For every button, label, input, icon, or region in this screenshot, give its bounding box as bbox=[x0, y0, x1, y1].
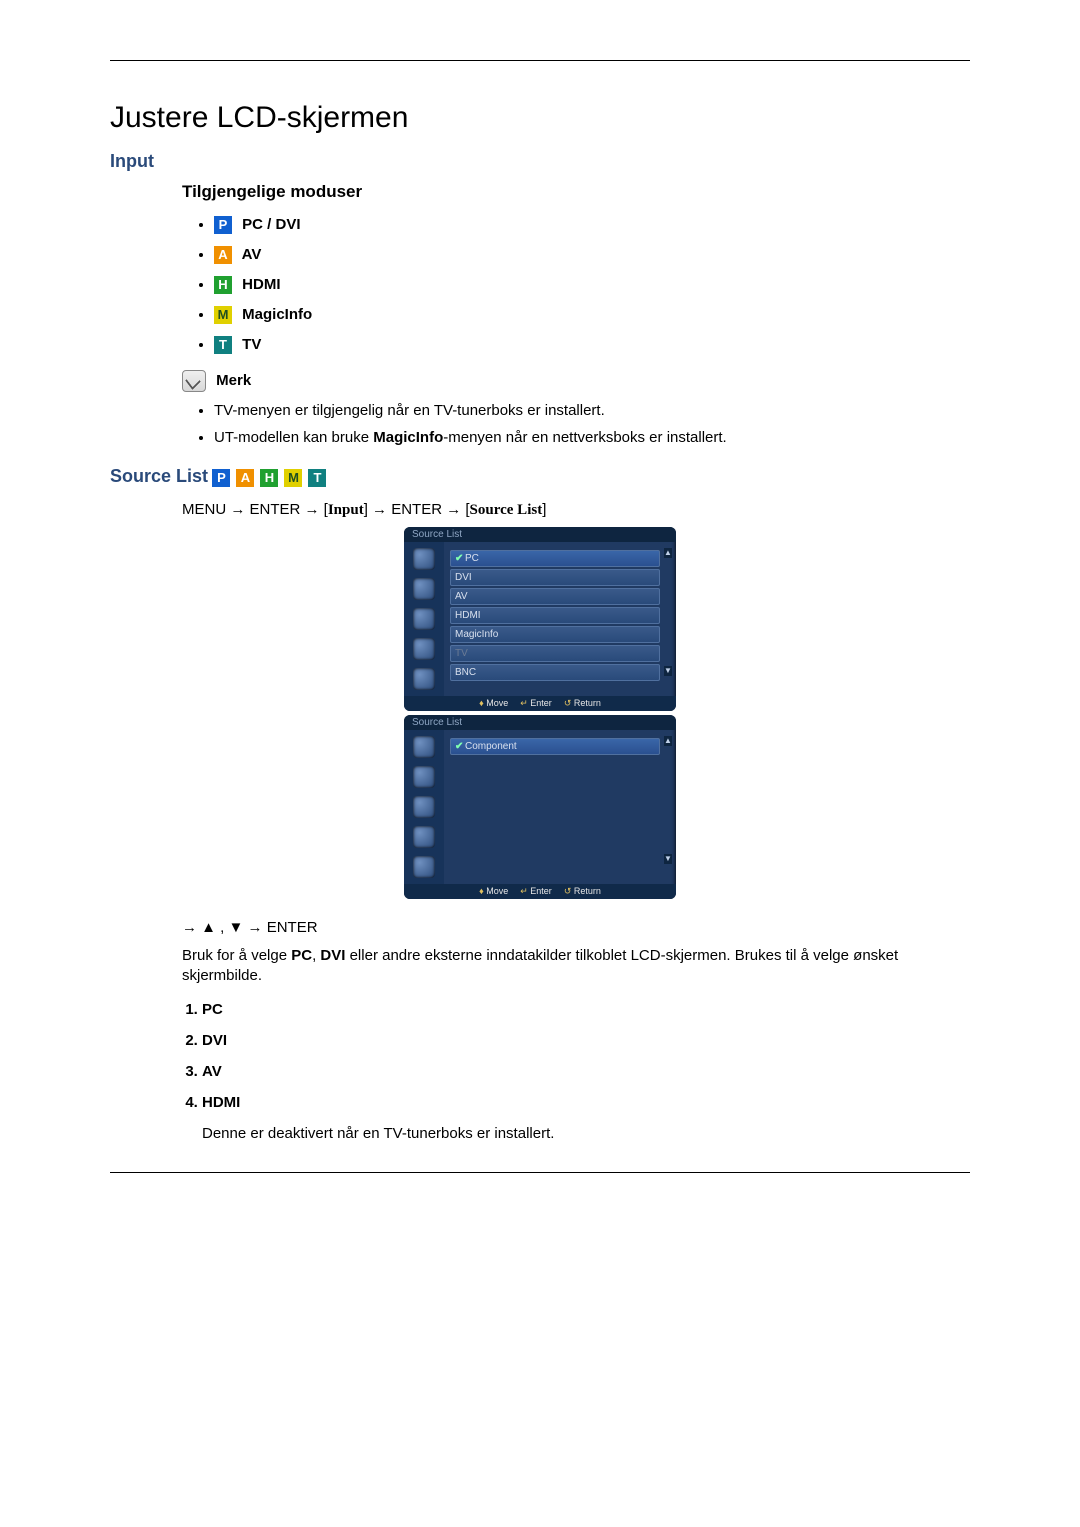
menu-breadcrumb: MENU → ENTER → [Input] → ENTER → [Source… bbox=[182, 501, 970, 519]
source-list-heading: Source List bbox=[110, 466, 208, 486]
source-list-heading-row: Source List PAHMT bbox=[110, 466, 970, 487]
scroll-down-icon[interactable]: ▼ bbox=[664, 666, 672, 676]
mode-label: TV bbox=[242, 336, 261, 353]
osd-panel-1: Source List ✔PC DVI AV HDMI MagicInfo TV… bbox=[404, 527, 676, 711]
osd-side-icon bbox=[413, 766, 435, 788]
list-item: AV bbox=[202, 1063, 970, 1080]
nav-instruction: → ▲ , ▼ → ENTER bbox=[182, 919, 970, 936]
enter-icon: ↵ bbox=[520, 886, 528, 896]
t-badge-icon: T bbox=[308, 469, 326, 487]
osd-title: Source List bbox=[404, 527, 676, 542]
check-icon: ✔ bbox=[455, 551, 463, 559]
m-badge-icon: M bbox=[214, 306, 232, 324]
osd-item-hdmi[interactable]: HDMI bbox=[450, 607, 660, 624]
note-icon bbox=[182, 370, 206, 392]
h-badge-icon: H bbox=[260, 469, 278, 487]
osd-side-icon bbox=[413, 736, 435, 758]
move-icon: ♦ bbox=[479, 698, 484, 708]
note-label: Merk bbox=[216, 372, 251, 389]
section-input-heading: Input bbox=[110, 151, 970, 172]
osd-side-icon bbox=[413, 638, 435, 660]
a-badge-icon: A bbox=[214, 246, 232, 264]
mode-label: MagicInfo bbox=[242, 306, 312, 323]
osd-side-icon bbox=[413, 548, 435, 570]
t-badge-icon: T bbox=[214, 336, 232, 354]
note-item: TV-menyen er tilgjengelig når en TV-tune… bbox=[214, 402, 970, 419]
osd-item-bnc[interactable]: BNC bbox=[450, 664, 660, 681]
usage-paragraph: Bruk for å velge PC, DVI eller andre eks… bbox=[182, 946, 970, 987]
mode-list: P PC / DVI A AV H HDMI M MagicInfo T TV bbox=[214, 216, 970, 354]
osd-item-tv: TV bbox=[450, 645, 660, 662]
check-icon: ✔ bbox=[455, 739, 463, 747]
osd-title: Source List bbox=[404, 715, 676, 730]
osd-side-icon bbox=[413, 796, 435, 818]
top-divider bbox=[110, 60, 970, 61]
h-badge-icon: H bbox=[214, 276, 232, 294]
osd-scrollbar[interactable]: ▲ ▼ bbox=[664, 548, 672, 676]
mode-label: PC / DVI bbox=[242, 216, 300, 233]
note-heading: Merk bbox=[182, 370, 970, 392]
scroll-up-icon[interactable]: ▲ bbox=[664, 548, 672, 558]
osd-sidebar bbox=[404, 730, 444, 884]
osd-item-magicinfo[interactable]: MagicInfo bbox=[450, 626, 660, 643]
return-icon: ↺ bbox=[564, 886, 572, 896]
note-list: TV-menyen er tilgjengelig når en TV-tune… bbox=[214, 402, 970, 446]
osd-item-pc[interactable]: ✔PC bbox=[450, 550, 660, 567]
bottom-divider bbox=[110, 1172, 970, 1173]
p-badge-icon: P bbox=[214, 216, 232, 234]
osd-side-icon bbox=[413, 608, 435, 630]
page-title: Justere LCD-skjermen bbox=[110, 101, 970, 135]
p-badge-icon: P bbox=[212, 469, 230, 487]
hdmi-note: Denne er deaktivert når en TV-tunerboks … bbox=[202, 1125, 970, 1142]
source-numbered-list: PC DVI AV HDMI bbox=[202, 1001, 970, 1111]
list-item: DVI bbox=[202, 1032, 970, 1049]
osd-panel-2: Source List ✔Component ▲ ▼ ♦ Move ↵ Ente… bbox=[404, 715, 676, 899]
mode-pc-dvi: P PC / DVI bbox=[214, 216, 970, 234]
list-item: HDMI bbox=[202, 1094, 970, 1111]
osd-footer: ♦ Move ↵ Enter ↺ Return bbox=[404, 884, 676, 899]
mode-magicinfo: M MagicInfo bbox=[214, 306, 970, 324]
osd-footer: ♦ Move ↵ Enter ↺ Return bbox=[404, 696, 676, 711]
osd-main: ✔Component ▲ ▼ bbox=[444, 730, 676, 884]
osd-item-av[interactable]: AV bbox=[450, 588, 660, 605]
mode-label: HDMI bbox=[242, 276, 280, 293]
mode-av: A AV bbox=[214, 246, 970, 264]
badge-row: PAHMT bbox=[212, 469, 332, 487]
osd-scrollbar[interactable]: ▲ ▼ bbox=[664, 736, 672, 864]
enter-icon: ↵ bbox=[520, 698, 528, 708]
osd-main: ✔PC DVI AV HDMI MagicInfo TV BNC ▲ ▼ bbox=[444, 542, 676, 696]
list-item: PC bbox=[202, 1001, 970, 1018]
osd-side-icon bbox=[413, 668, 435, 690]
mode-tv: T TV bbox=[214, 336, 970, 354]
m-badge-icon: M bbox=[284, 469, 302, 487]
scroll-down-icon[interactable]: ▼ bbox=[664, 854, 672, 864]
scroll-up-icon[interactable]: ▲ bbox=[664, 736, 672, 746]
note-item: UT-modellen kan bruke MagicInfo-menyen n… bbox=[214, 429, 970, 446]
osd-side-icon bbox=[413, 826, 435, 848]
a-badge-icon: A bbox=[236, 469, 254, 487]
osd-sidebar bbox=[404, 542, 444, 696]
mode-label: AV bbox=[242, 246, 262, 263]
available-modes-heading: Tilgjengelige moduser bbox=[182, 182, 970, 202]
return-icon: ↺ bbox=[564, 698, 572, 708]
mode-hdmi: H HDMI bbox=[214, 276, 970, 294]
osd-side-icon bbox=[413, 578, 435, 600]
osd-side-icon bbox=[413, 856, 435, 878]
osd-item-dvi[interactable]: DVI bbox=[450, 569, 660, 586]
osd-item-component[interactable]: ✔Component bbox=[450, 738, 660, 755]
move-icon: ♦ bbox=[479, 886, 484, 896]
